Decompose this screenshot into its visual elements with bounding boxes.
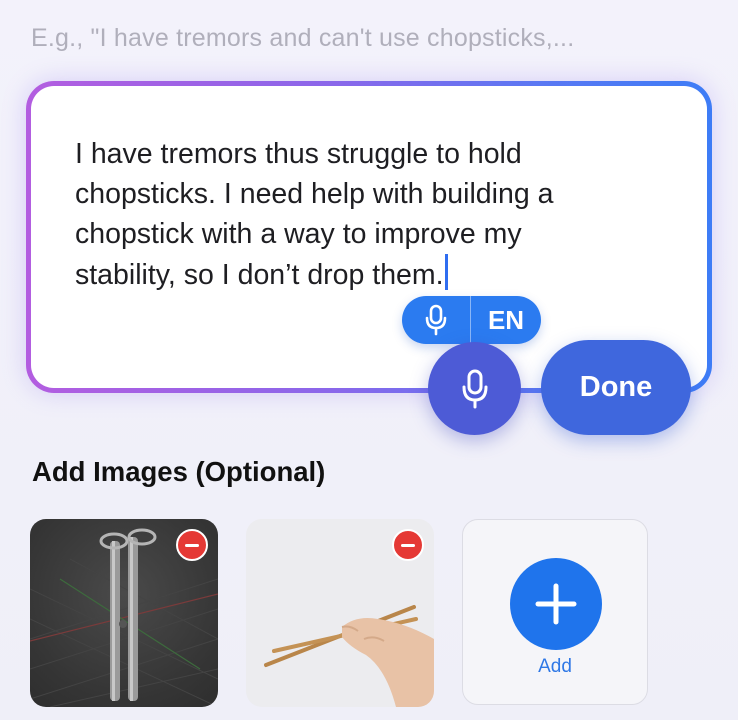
- add-image-button[interactable]: Add: [462, 519, 648, 705]
- dictation-mic-button[interactable]: [402, 296, 470, 344]
- microphone-icon: [425, 304, 447, 336]
- remove-image-button[interactable]: [392, 529, 424, 561]
- dictation-pill[interactable]: EN: [402, 296, 541, 344]
- text-caret: [444, 254, 448, 290]
- add-circle: [510, 558, 602, 650]
- microphone-icon: [462, 369, 487, 408]
- remove-image-button[interactable]: [176, 529, 208, 561]
- minus-icon: [185, 543, 199, 547]
- prompt-text-content: I have tremors thus struggle to hold cho…: [75, 134, 615, 295]
- image-thumbnail-3d-model[interactable]: [30, 519, 218, 707]
- done-button[interactable]: Done: [541, 340, 691, 435]
- prompt-text: I have tremors thus struggle to hold cho…: [75, 138, 554, 291]
- minus-icon: [401, 543, 415, 547]
- dictation-language-button[interactable]: EN: [471, 305, 541, 336]
- plus-icon: [535, 583, 577, 625]
- microphone-button[interactable]: [428, 342, 521, 435]
- prompt-hint-text: E.g., "I have tremors and can't use chop…: [31, 24, 575, 52]
- add-images-heading: Add Images (Optional): [32, 456, 326, 487]
- image-thumbnail-hand-chopsticks[interactable]: [246, 519, 434, 707]
- add-image-label: Add: [538, 656, 572, 677]
